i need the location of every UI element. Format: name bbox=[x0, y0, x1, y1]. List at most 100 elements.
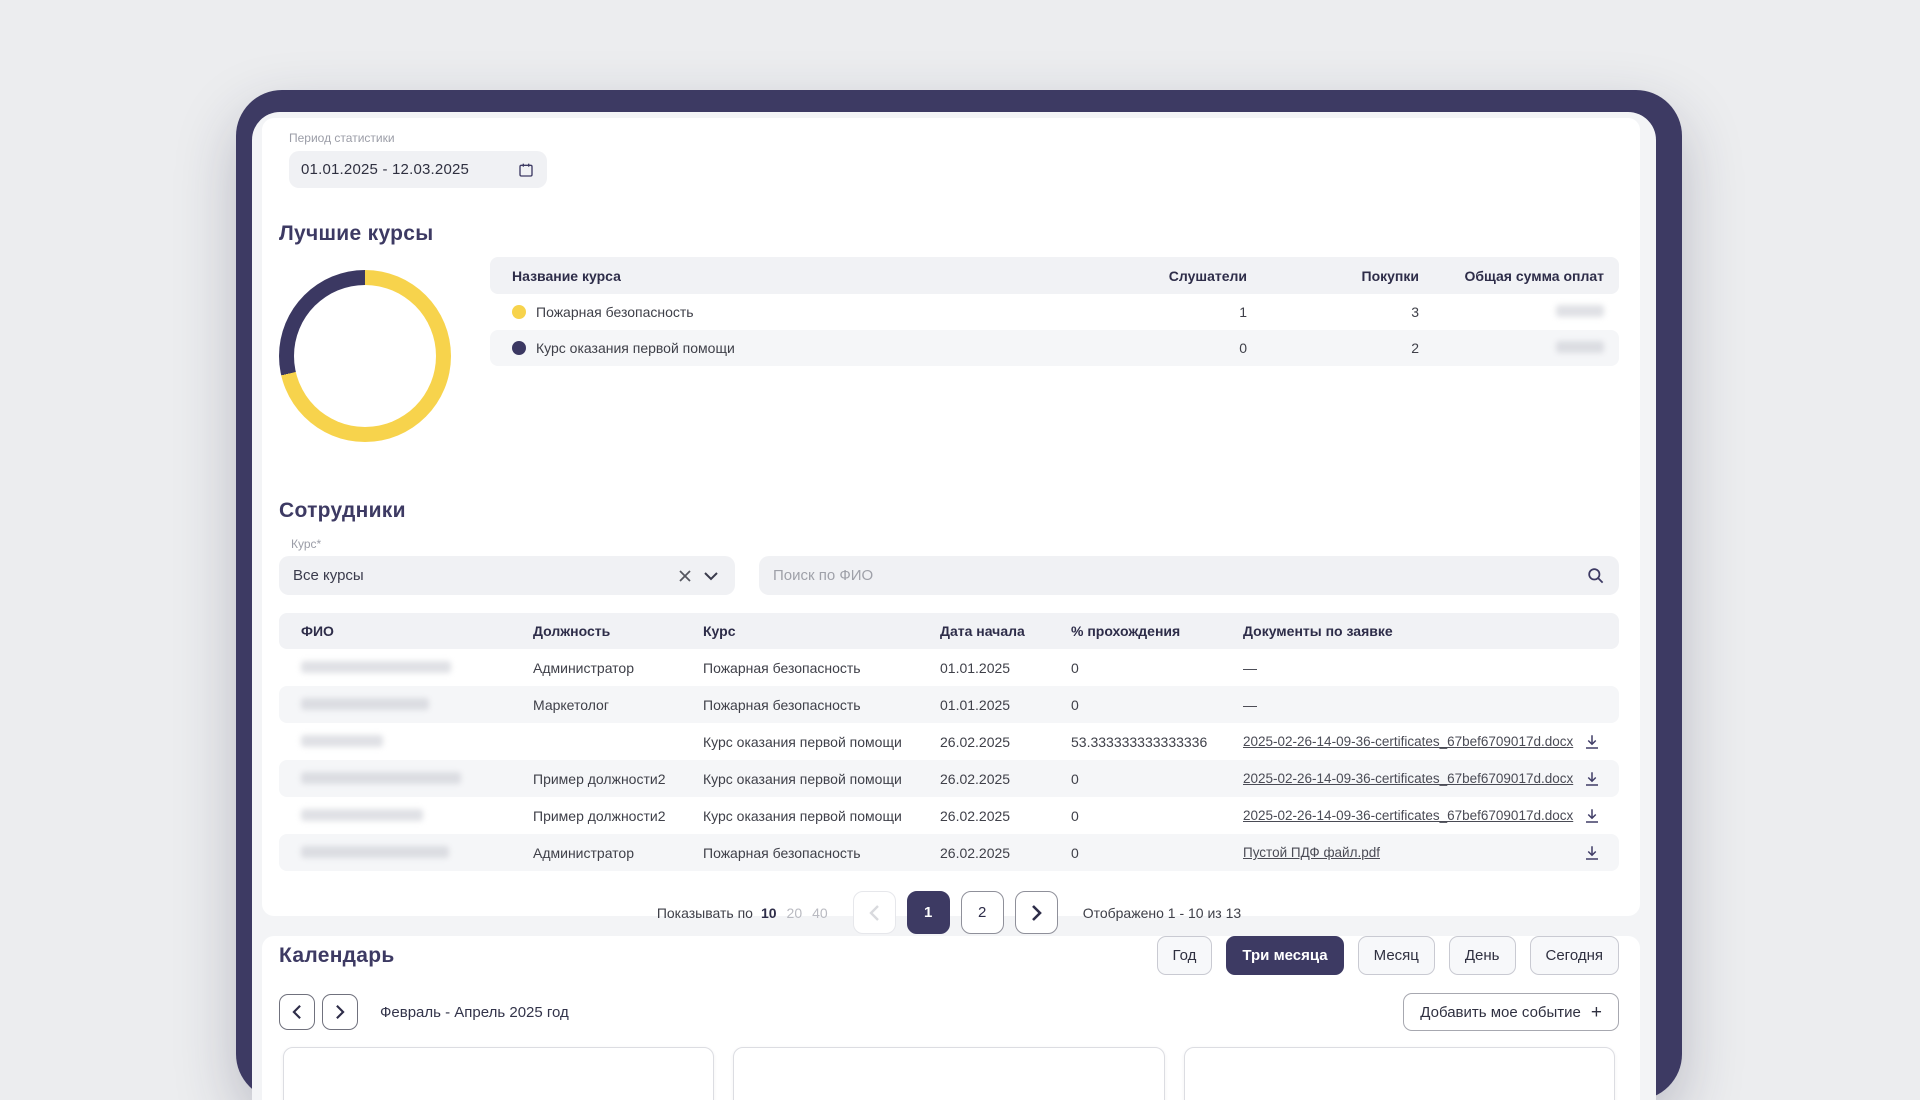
start-date-value: 26.02.2025 bbox=[940, 845, 1071, 861]
view-today-button[interactable]: Сегодня bbox=[1530, 936, 1620, 975]
course-value: Пожарная безопасность bbox=[703, 660, 940, 676]
best-courses-title: Лучшие курсы bbox=[279, 222, 1619, 246]
calendar-prev-button[interactable] bbox=[279, 994, 315, 1030]
page-size-40[interactable]: 40 bbox=[812, 905, 828, 921]
progress-value: 0 bbox=[1071, 808, 1243, 824]
employees-table-header: ФИО Должность Курс Дата начала % прохожд… bbox=[279, 613, 1619, 649]
courses-donut-chart bbox=[279, 270, 451, 442]
col-listeners: Слушатели bbox=[1077, 268, 1247, 284]
progress-value: 0 bbox=[1071, 697, 1243, 713]
period-range-value: 01.01.2025 - 12.03.2025 bbox=[301, 161, 518, 178]
redacted-name bbox=[301, 697, 533, 713]
course-name: Курс оказания первой помощи bbox=[536, 340, 735, 356]
redacted-name bbox=[301, 808, 533, 824]
col-total: Общая сумма оплат bbox=[1419, 268, 1604, 284]
course-select[interactable]: Все курсы bbox=[279, 556, 735, 595]
pagination-info: Отображено 1 - 10 из 13 bbox=[1083, 905, 1241, 921]
col-documents: Документы по заявке bbox=[1243, 623, 1579, 639]
purchases-value: 3 bbox=[1247, 304, 1419, 320]
download-icon[interactable] bbox=[1579, 766, 1605, 792]
calendar-month-cards bbox=[279, 1047, 1619, 1100]
document-value: — bbox=[1243, 660, 1579, 676]
position-value: Администратор bbox=[533, 845, 703, 861]
page-size-10[interactable]: 10 bbox=[761, 905, 777, 921]
statistics-panel: Период статистики 01.01.2025 - 12.03.202… bbox=[262, 118, 1640, 916]
view-three-months-button[interactable]: Три месяца bbox=[1226, 936, 1343, 975]
employees-table: ФИО Должность Курс Дата начала % прохожд… bbox=[279, 613, 1619, 871]
table-row[interactable]: Пример должности2 Курс оказания первой п… bbox=[279, 760, 1619, 797]
position-value: Администратор bbox=[533, 660, 703, 676]
view-year-button[interactable]: Год bbox=[1157, 936, 1213, 975]
position-value: Пример должности2 bbox=[533, 808, 703, 824]
table-row[interactable]: Курс оказания первой помощи 26.02.2025 5… bbox=[279, 723, 1619, 760]
start-date-value: 01.01.2025 bbox=[940, 697, 1071, 713]
courses-table-header: Название курса Слушатели Покупки Общая с… bbox=[490, 257, 1619, 294]
course-select-value: Все курсы bbox=[293, 567, 669, 584]
best-courses-block: Название курса Слушатели Покупки Общая с… bbox=[279, 257, 1619, 473]
course-value: Курс оказания первой помощи bbox=[703, 734, 940, 750]
download-icon[interactable] bbox=[1579, 729, 1605, 755]
document-link[interactable]: 2025-02-26-14-09-36-certificates_67bef67… bbox=[1243, 808, 1579, 823]
table-row[interactable]: Курс оказания первой помощи 0 2 bbox=[490, 330, 1619, 366]
start-date-value: 26.02.2025 bbox=[940, 771, 1071, 787]
download-icon[interactable] bbox=[1579, 803, 1605, 829]
col-course: Курс bbox=[703, 623, 940, 639]
courses-table: Название курса Слушатели Покупки Общая с… bbox=[490, 257, 1619, 473]
course-value: Курс оказания первой помощи bbox=[703, 808, 940, 824]
document-link[interactable]: 2025-02-26-14-09-36-certificates_67bef67… bbox=[1243, 771, 1579, 786]
calendar-title: Календарь bbox=[279, 944, 395, 968]
course-value: Курс оказания первой помощи bbox=[703, 771, 940, 787]
prev-page-button[interactable] bbox=[853, 891, 896, 934]
calendar-view-switch: Год Три месяца Месяц День Сегодня bbox=[1157, 936, 1619, 975]
redacted-name bbox=[301, 845, 533, 861]
table-row[interactable]: Администратор Пожарная безопасность 01.0… bbox=[279, 649, 1619, 686]
month-card[interactable] bbox=[733, 1047, 1164, 1100]
col-purchases: Покупки bbox=[1247, 268, 1419, 284]
document-link[interactable]: 2025-02-26-14-09-36-certificates_67bef67… bbox=[1243, 734, 1579, 749]
chevron-down-icon[interactable] bbox=[701, 571, 721, 581]
download-icon[interactable] bbox=[1579, 840, 1605, 866]
col-position: Должность bbox=[533, 623, 703, 639]
progress-value: 0 bbox=[1071, 660, 1243, 676]
month-card[interactable] bbox=[283, 1047, 714, 1100]
employees-filters: Все курсы bbox=[279, 556, 1619, 595]
course-value: Пожарная безопасность bbox=[703, 845, 940, 861]
clear-icon[interactable] bbox=[669, 569, 701, 583]
period-range-input[interactable]: 01.01.2025 - 12.03.2025 bbox=[289, 151, 547, 188]
series-dot-navy bbox=[512, 341, 526, 355]
course-value: Пожарная безопасность bbox=[703, 697, 940, 713]
search-input[interactable] bbox=[773, 567, 1586, 584]
page-button-2[interactable]: 2 bbox=[961, 891, 1004, 934]
table-row[interactable]: Администратор Пожарная безопасность 26.0… bbox=[279, 834, 1619, 871]
view-month-button[interactable]: Месяц bbox=[1358, 936, 1435, 975]
document-link[interactable]: Пустой ПДФ файл.pdf bbox=[1243, 845, 1579, 860]
month-card[interactable] bbox=[1184, 1047, 1615, 1100]
courses-donut-box bbox=[279, 257, 490, 473]
redacted-name bbox=[301, 734, 533, 750]
calendar-range-label: Февраль - Апрель 2025 год bbox=[380, 1004, 569, 1021]
table-row[interactable]: Пример должности2 Курс оказания первой п… bbox=[279, 797, 1619, 834]
progress-value: 0 bbox=[1071, 771, 1243, 787]
page-button-1[interactable]: 1 bbox=[907, 891, 950, 934]
view-day-button[interactable]: День bbox=[1449, 936, 1516, 975]
table-row[interactable]: Маркетолог Пожарная безопасность 01.01.2… bbox=[279, 686, 1619, 723]
add-event-button[interactable]: Добавить мое событие + bbox=[1403, 993, 1619, 1031]
course-name: Пожарная безопасность bbox=[536, 304, 694, 320]
course-filter-label: Курс* bbox=[291, 537, 1619, 551]
page-size-label: Показывать по bbox=[657, 905, 753, 921]
start-date-value: 26.02.2025 bbox=[940, 734, 1071, 750]
redacted-total bbox=[1419, 340, 1604, 356]
calendar-next-button[interactable] bbox=[322, 994, 358, 1030]
start-date-value: 01.01.2025 bbox=[940, 660, 1071, 676]
calendar-icon[interactable] bbox=[518, 162, 534, 178]
table-row[interactable]: Пожарная безопасность 1 3 bbox=[490, 294, 1619, 330]
document-value: — bbox=[1243, 697, 1579, 713]
period-label: Период статистики bbox=[289, 131, 1619, 145]
next-page-button[interactable] bbox=[1015, 891, 1058, 934]
series-dot-yellow bbox=[512, 305, 526, 319]
start-date-value: 26.02.2025 bbox=[940, 808, 1071, 824]
search-icon[interactable] bbox=[1586, 566, 1605, 585]
listeners-value: 0 bbox=[1077, 340, 1247, 356]
col-progress: % прохождения bbox=[1071, 623, 1243, 639]
page-size-20[interactable]: 20 bbox=[787, 905, 803, 921]
